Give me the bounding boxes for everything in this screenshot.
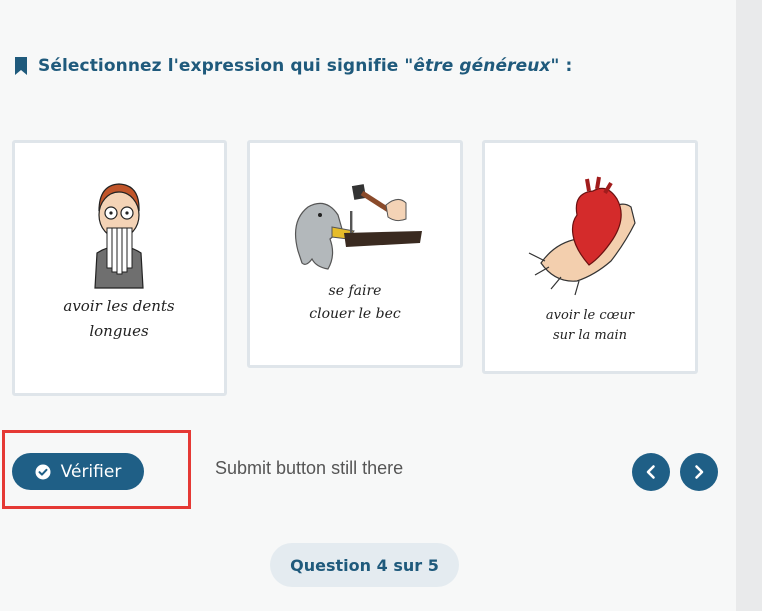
- option-caption-line1: se faire: [329, 283, 382, 299]
- question-text: Sélectionnez l'expression qui signifie "…: [38, 56, 572, 76]
- option-caption-line2: sur la main: [553, 328, 627, 343]
- prompt-end: :: [559, 56, 573, 76]
- option-caption-line1: avoir le cœur: [546, 308, 635, 323]
- option-illustration-1: avoir les dents longues: [63, 183, 175, 340]
- question-counter: Question 4 sur 5: [270, 543, 459, 587]
- option-illustration-2: se faire clouer le bec: [295, 184, 422, 322]
- option-caption-line2: longues: [89, 322, 149, 340]
- bookmark-icon: [15, 57, 27, 75]
- verify-button-highlight: [2, 430, 191, 509]
- option-card-clouer-le-bec[interactable]: se faire clouer le bec: [247, 140, 463, 368]
- prompt-start: Sélectionnez l'expression qui signifie: [38, 56, 405, 76]
- previous-question-button[interactable]: [632, 453, 670, 491]
- question-counter-label: Question 4 sur 5: [290, 555, 439, 575]
- option-caption-line2: clouer le bec: [309, 306, 401, 322]
- annotation-text: Submit button still there: [215, 458, 404, 478]
- option-card-dents-longues[interactable]: avoir les dents longues: [12, 140, 227, 396]
- option-card-coeur-sur-la-main[interactable]: avoir le cœur sur la main: [482, 140, 698, 374]
- option-illustration-3: avoir le cœur sur la main: [528, 176, 636, 343]
- chevron-left-icon: [646, 465, 655, 479]
- page-scroll-gutter: [736, 0, 762, 611]
- next-question-button[interactable]: [680, 453, 718, 491]
- option-caption-line1: avoir les dents: [63, 297, 174, 315]
- chevron-right-icon: [695, 465, 704, 479]
- prompt-quote: "être généreux": [404, 56, 560, 76]
- question-prompt: Sélectionnez l'expression qui signifie "…: [14, 56, 572, 76]
